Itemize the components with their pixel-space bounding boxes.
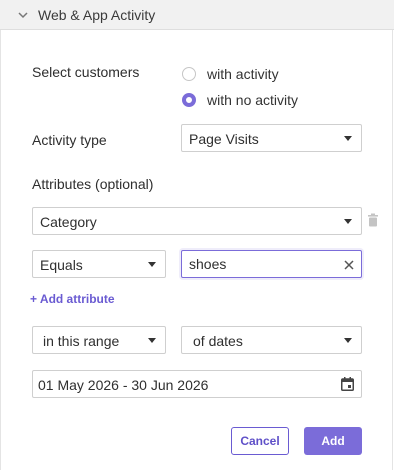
caret-down-icon (344, 338, 352, 343)
activity-type-label: Activity type (32, 132, 107, 148)
caret-down-icon (344, 136, 352, 141)
chevron-down-icon[interactable] (17, 9, 29, 21)
filter-value-input[interactable] (181, 250, 362, 278)
panel-title: Web & App Activity (38, 7, 156, 23)
close-icon[interactable] (342, 258, 356, 272)
attribute-select[interactable]: Category (32, 207, 362, 235)
radio-with-no-activity[interactable] (182, 93, 196, 107)
range-value: in this range (43, 333, 120, 349)
calendar-icon[interactable] (341, 377, 354, 391)
caret-down-icon (344, 219, 352, 224)
select-customers-label: Select customers (32, 64, 140, 80)
attributes-label: Attributes (optional) (32, 176, 154, 192)
panel-header[interactable]: Web & App Activity (0, 0, 394, 30)
trash-icon[interactable] (367, 213, 379, 227)
cancel-button[interactable]: Cancel (231, 427, 289, 455)
activity-type-value: Page Visits (189, 131, 259, 147)
add-attribute-link[interactable]: + Add attribute (30, 292, 115, 306)
activity-type-select[interactable]: Page Visits (181, 124, 362, 152)
caret-down-icon (148, 338, 156, 343)
caret-down-icon (148, 262, 156, 267)
radio-with-no-activity-label[interactable]: with no activity (207, 92, 298, 108)
range-unit-value: of dates (193, 333, 243, 349)
add-button[interactable]: Add (304, 427, 362, 455)
range-unit-select[interactable]: of dates (181, 326, 362, 354)
attribute-value: Category (40, 214, 97, 230)
operator-select[interactable]: Equals (32, 250, 166, 278)
operator-value: Equals (40, 257, 83, 273)
date-range-value: 01 May 2026 - 30 Jun 2026 (38, 377, 209, 393)
range-select[interactable]: in this range (32, 326, 166, 354)
radio-with-activity-label[interactable]: with activity (207, 66, 279, 82)
date-range-field[interactable]: 01 May 2026 - 30 Jun 2026 (32, 370, 362, 398)
radio-with-activity[interactable] (182, 67, 196, 81)
